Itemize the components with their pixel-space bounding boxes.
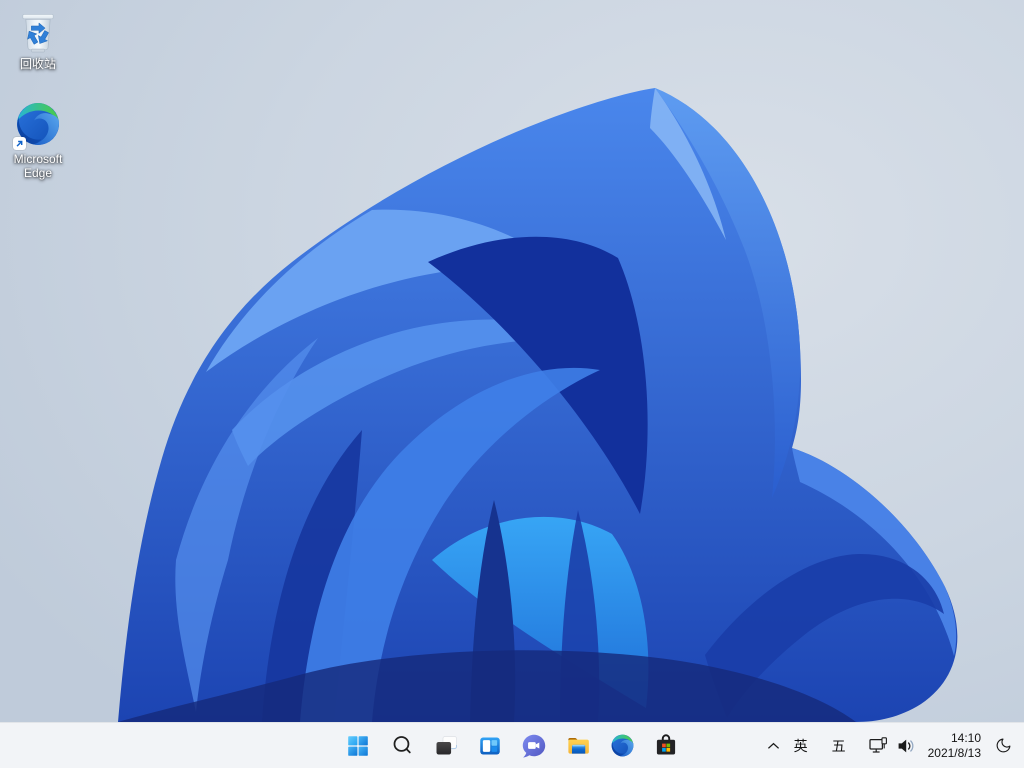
- crescent-moon-icon: [995, 737, 1012, 754]
- task-view-icon: [434, 733, 459, 758]
- widgets-icon: [477, 733, 503, 759]
- desktop-icon-microsoft-edge[interactable]: Microsoft Edge: [0, 100, 76, 181]
- clock-date: 2021/8/13: [927, 745, 981, 760]
- windows-desktop: { "desktop": { "icons": [ { "id": "recyc…: [0, 0, 1024, 768]
- show-hidden-icons-button[interactable]: [762, 727, 786, 765]
- desktop-icon-recycle-bin[interactable]: 回收站: [0, 9, 76, 72]
- folder-icon: [565, 732, 592, 759]
- store-bag-icon: [653, 733, 679, 759]
- taskbar-widgets-button[interactable]: [470, 726, 510, 766]
- speaker-icon: [897, 738, 915, 754]
- desktop-icon-label: 回收站: [19, 57, 56, 71]
- windows-start-icon: [346, 734, 370, 758]
- focus-assist-button[interactable]: [989, 727, 1017, 765]
- clock-time: 14:10: [950, 730, 981, 745]
- taskbar-center-buttons: [338, 723, 686, 768]
- shortcut-arrow-icon: [13, 137, 26, 150]
- search-icon: [390, 733, 415, 758]
- taskbar-chat-button[interactable]: [514, 726, 554, 766]
- recycle-bin-icon: [19, 9, 57, 53]
- edge-logo-icon: [610, 733, 635, 758]
- teams-chat-icon: [520, 732, 548, 760]
- ime-language-button[interactable]: 英: [788, 727, 814, 765]
- taskbar-search-button[interactable]: [382, 726, 422, 766]
- edge-logo-icon: [13, 100, 62, 150]
- desktop-icon-label: Microsoft Edge: [13, 152, 63, 180]
- network-button[interactable]: [866, 727, 892, 765]
- chevron-up-icon: [768, 742, 780, 749]
- ime-layout-label: 五: [831, 737, 846, 754]
- ime-layout-button[interactable]: 五: [826, 727, 852, 765]
- taskbar-store-button[interactable]: [646, 726, 686, 766]
- wallpaper-bloom: [0, 0, 1024, 768]
- taskbar-edge-button[interactable]: [602, 726, 642, 766]
- ime-language-label: 英: [793, 737, 808, 754]
- wired-network-icon: [869, 737, 889, 754]
- taskbar-start-button[interactable]: [338, 726, 378, 766]
- taskbar-task-view-button[interactable]: [426, 726, 466, 766]
- clock-button[interactable]: 14:10 2021/8/13: [928, 731, 981, 761]
- volume-button[interactable]: [894, 727, 918, 765]
- system-tray: 英 五 14:10 2021/8/13: [762, 723, 1024, 768]
- taskbar-file-explorer-button[interactable]: [558, 726, 598, 766]
- taskbar: 英 五 14:10 2021/8/13: [0, 722, 1024, 768]
